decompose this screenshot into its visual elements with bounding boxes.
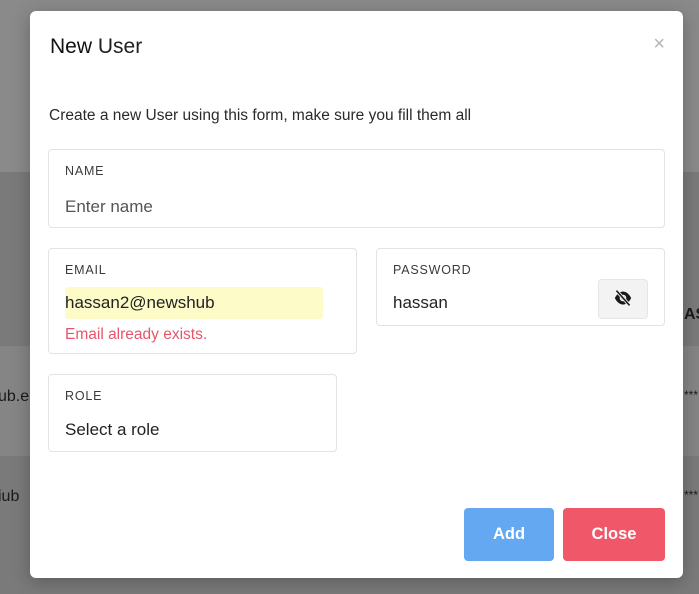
form-description: Create a new User using this form, make …	[49, 107, 472, 124]
eye-slash-icon	[613, 289, 633, 310]
background-column-header: AS	[684, 306, 699, 323]
password-label: PASSWORD	[393, 263, 472, 277]
password-input[interactable]	[393, 293, 583, 313]
email-label: EMAIL	[65, 263, 107, 277]
name-input[interactable]	[65, 197, 645, 217]
close-icon[interactable]: ×	[653, 34, 665, 54]
role-label: ROLE	[65, 389, 103, 403]
email-field-group: EMAIL Email already exists.	[48, 248, 357, 354]
name-field-group: NAME	[48, 149, 665, 228]
background-row-email-1: ub.e	[0, 388, 30, 405]
modal-title: New User	[50, 35, 142, 59]
name-label: NAME	[65, 164, 105, 178]
modal-title-rest: User	[92, 35, 143, 58]
password-field-group: PASSWORD	[376, 248, 665, 326]
background-row-password-2: ***	[684, 488, 699, 502]
modal-title-bold: New	[50, 35, 93, 58]
new-user-modal: New User × Create a new User using this …	[30, 11, 683, 578]
add-button[interactable]: Add	[464, 508, 554, 561]
email-input[interactable]	[65, 287, 323, 319]
background-row-email-2: iub	[0, 488, 20, 505]
email-error-message: Email already exists.	[65, 326, 208, 343]
toggle-password-visibility-button[interactable]	[598, 279, 648, 319]
role-select[interactable]: ROLE Select a role	[48, 374, 337, 452]
background-row-password-1: ***	[684, 388, 699, 402]
close-button[interactable]: Close	[563, 508, 665, 561]
role-selected-value: Select a role	[65, 420, 160, 439]
